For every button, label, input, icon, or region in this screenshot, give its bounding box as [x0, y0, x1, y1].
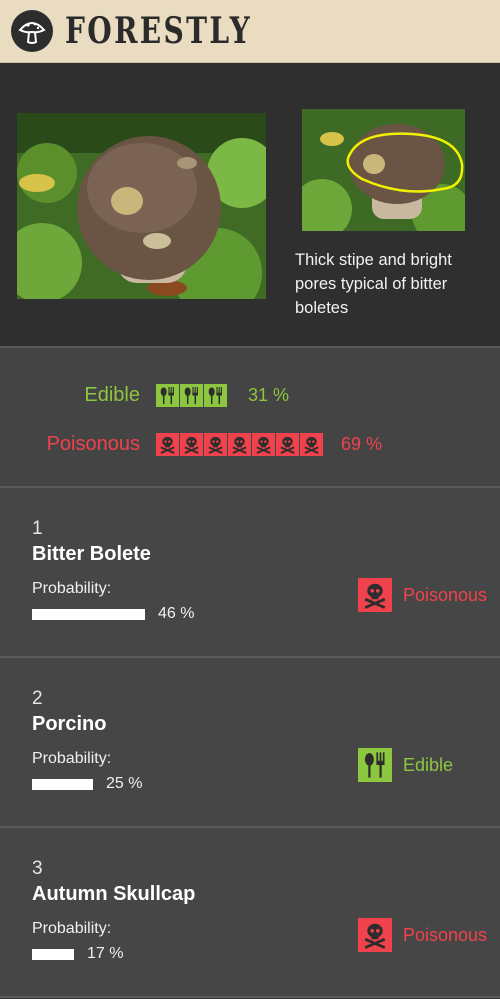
result-item[interactable]: 1 Bitter Bolete Probability: 46 % Poison… [0, 488, 500, 658]
poisonous-label: Poisonous [46, 432, 140, 455]
probability-percent: 17 % [87, 945, 124, 962]
species-name: Porcino [32, 713, 107, 735]
species-name: Autumn Skullcap [32, 883, 196, 905]
poisonous-summary-row: Poisonous 69 % [0, 431, 500, 457]
result-item[interactable]: 3 Autumn Skullcap Probability: 17 % Pois… [0, 828, 500, 998]
skull-crossbones-icon [358, 918, 392, 952]
skull-crossbones-icon [300, 432, 323, 456]
edibility-status: Edible [403, 755, 454, 775]
mushroom-photo[interactable] [17, 113, 266, 299]
brand-title: FORESTLY [65, 10, 253, 52]
species-name: Bitter Bolete [32, 543, 151, 565]
result-rank: 2 [32, 688, 43, 709]
fork-spoon-icon [156, 383, 179, 407]
probability-label: Probability: [32, 920, 112, 937]
skull-crossbones-icon [180, 432, 203, 456]
skull-crossbones-icon [358, 578, 392, 612]
edible-label: Edible [84, 383, 140, 406]
poisonous-icon-bar [156, 432, 323, 456]
edible-summary-row: Edible 31 % [0, 382, 500, 408]
edibility-summary: Edible 31 % Poisonous 69 % [0, 348, 500, 488]
result-rank: 1 [32, 518, 43, 539]
mushroom-thumbnail-highlight[interactable] [302, 109, 465, 231]
probability-percent: 25 % [106, 775, 143, 792]
skull-crossbones-icon [228, 432, 251, 456]
skull-crossbones-icon [204, 432, 227, 456]
skull-crossbones-icon [252, 432, 275, 456]
edible-icon-bar [156, 383, 227, 407]
probability-percent: 46 % [158, 605, 195, 622]
skull-crossbones-icon [156, 432, 179, 456]
edibility-status: Poisonous [403, 925, 488, 945]
app-header: FORESTLY [0, 0, 500, 63]
edible-percent: 31 % [248, 384, 290, 405]
fork-spoon-icon [180, 383, 203, 407]
probability-label: Probability: [32, 750, 112, 767]
skull-crossbones-icon [276, 432, 299, 456]
photo-section: Thick stipe and bright pores typical of … [0, 63, 500, 348]
result-rank: 3 [32, 858, 43, 879]
photo-caption: Thick stipe and bright pores typical of … [295, 251, 452, 317]
poisonous-percent: 69 % [341, 433, 383, 454]
edibility-status: Poisonous [403, 585, 488, 605]
result-item[interactable]: 2 Porcino Probability: 25 % Edible [0, 658, 500, 828]
fork-spoon-icon [204, 383, 227, 407]
mushroom-icon[interactable] [11, 10, 53, 52]
fork-spoon-icon [358, 748, 392, 782]
probability-label: Probability: [32, 580, 112, 597]
